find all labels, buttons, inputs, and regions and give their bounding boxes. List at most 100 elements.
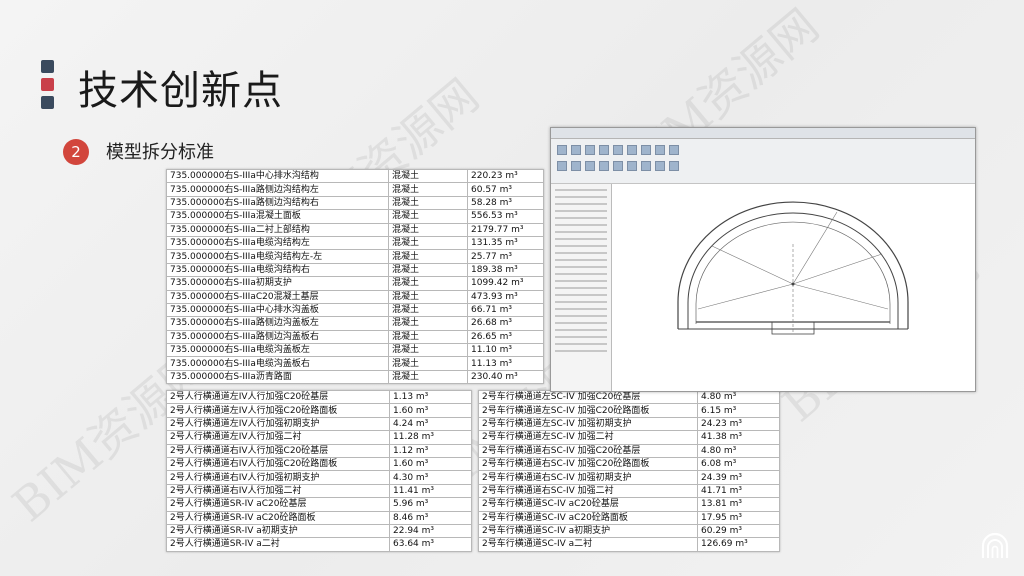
table-cell: 混凝土 — [388, 289, 468, 304]
table-cell: 22.94 m³ — [389, 523, 472, 539]
table-row: 2号车行横通道SC-IV a二衬 126.69 m³ — [478, 537, 780, 552]
table-cell: 2号人行横通道右IV人行加强C20砼基层 — [166, 443, 390, 458]
table-cell: 2号车行横通道左SC-IV 加强C20砼路面板 — [478, 403, 698, 418]
tunnel-section-drawing — [677, 201, 909, 335]
table-cell: 556.53 m³ — [467, 209, 544, 224]
table-cell: 735.000000右S-IIIa混凝土面板 — [166, 209, 389, 224]
table-row: 735.000000右S-IIIa路侧边沟结构左 混凝土 60.57 m³ — [166, 182, 544, 197]
table-cell: 2号人行横通道SR-IV a二衬 — [166, 537, 390, 552]
table-row: 735.000000右S-IIIa路侧边沟盖板右 混凝土 26.65 m³ — [166, 329, 544, 345]
table-cell: 189.38 m³ — [467, 262, 544, 278]
table-row: 2号车行横通道右SC-IV 加强C20砼基层 4.80 m³ — [478, 443, 780, 458]
table-cell: 63.64 m³ — [389, 537, 472, 552]
table-row: 735.000000右S-IIIa混凝土面板 混凝土 556.53 m³ — [166, 209, 544, 224]
table-row: 735.000000右S-IIIa电缆沟结构左 混凝土 131.35 m³ — [166, 235, 544, 251]
table-row: 735.000000右S-IIIa路侧边沟结构右 混凝土 58.28 m³ — [166, 195, 544, 211]
page-title: 技术创新点 — [78, 68, 283, 114]
table-cell: 2号车行横通道右SC-IV 加强C20砼基层 — [478, 443, 698, 458]
table-cell: 126.69 m³ — [697, 537, 780, 552]
table-cell: 2号人行横通道右IV人行加强C20砼路面板 — [166, 456, 390, 472]
table-cell: 60.29 m³ — [697, 523, 780, 539]
table-cell: 17.95 m³ — [697, 510, 780, 525]
table-row: 735.000000右S-IIIa电缆沟盖板左 混凝土 11.10 m³ — [166, 343, 544, 358]
tunnel-arch-logo-icon — [981, 532, 1009, 558]
table-row: 735.000000右S-IIIa路侧边沟盖板左 混凝土 26.68 m³ — [166, 316, 544, 331]
table-row: 735.000000右S-IIIa电缆沟盖板右 混凝土 11.13 m³ — [166, 356, 544, 371]
table-cell: 混凝土 — [388, 182, 468, 197]
table-row: 735.000000右S-IIIaC20混凝土基层 混凝土 473.93 m³ — [166, 289, 544, 304]
section-title: 模型拆分标准 — [106, 142, 214, 163]
table-cell: 2号人行横通道左IV人行加强二衬 — [166, 430, 390, 445]
table-cell: 1.13 m³ — [389, 389, 472, 405]
table-cell: 58.28 m³ — [467, 195, 544, 211]
table-row: 2号人行横通道SR-IV a二衬 63.64 m³ — [166, 537, 472, 552]
table-cell: 1.60 m³ — [389, 456, 472, 472]
table-cell: 2号人行横通道右IV人行加强二衬 — [166, 483, 390, 499]
table-cell: 2号车行横通道SC-IV aC20砼基层 — [478, 497, 698, 512]
table-row: 2号人行横通道左IV人行加强初期支护 4.24 m³ — [166, 416, 472, 432]
decor-square — [41, 96, 54, 109]
table-row: 2号车行横通道右SC-IV 加强二衬 41.71 m³ — [478, 483, 780, 499]
table-row: 2号车行横通道左SC-IV 加强二衬 41.38 m³ — [478, 430, 780, 445]
decor-square — [41, 60, 54, 73]
table-row: 2号人行横通道SR-IV aC20砼路面板 8.46 m³ — [166, 510, 472, 525]
table-cell: 混凝土 — [388, 302, 468, 318]
table-cell: 735.000000右S-IIIa电缆沟结构左-左 — [166, 249, 389, 264]
table-cell: 混凝土 — [388, 329, 468, 345]
table-row: 735.000000右S-IIIa电缆沟结构右 混凝土 189.38 m³ — [166, 262, 544, 278]
table-cell: 66.71 m³ — [467, 302, 544, 318]
table-cell: 735.000000右S-IIIa初期支护 — [166, 276, 389, 291]
table-row: 2号人行横通道SR-IV aC20砼基层 5.96 m³ — [166, 497, 472, 512]
table-cell: 735.000000右S-IIIa中心排水沟盖板 — [166, 302, 389, 318]
table-row: 735.000000右S-IIIa电缆沟结构左-左 混凝土 25.77 m³ — [166, 249, 544, 264]
table-row: 735.000000右S-IIIa二衬上部结构 混凝土 2179.77 m³ — [166, 222, 544, 237]
table-cell: 735.000000右S-IIIa电缆沟盖板右 — [166, 356, 389, 371]
table-cell: 2号车行横通道右SC-IV 加强C20砼路面板 — [478, 456, 698, 472]
table-cell: 混凝土 — [388, 276, 468, 291]
table-row: 2号车行横通道左SC-IV 加强C20砼路面板 6.15 m³ — [478, 403, 780, 418]
table-cell: 5.96 m³ — [389, 497, 472, 512]
table-row: 2号人行横通道左IV人行加强二衬 11.28 m³ — [166, 430, 472, 445]
table-row: 2号车行横通道右SC-IV 加强C20砼路面板 6.08 m³ — [478, 456, 780, 472]
table-cell: 26.68 m³ — [467, 316, 544, 331]
table-row: 2号人行横通道右IV人行加强初期支护 4.30 m³ — [166, 470, 472, 485]
drawing-canvas — [612, 184, 975, 391]
table-cell: 24.39 m³ — [697, 470, 780, 485]
table-cell: 735.000000右S-IIIa电缆沟结构右 — [166, 262, 389, 278]
decor-square — [41, 78, 54, 91]
table-row: 2号人行横通道右IV人行加强二衬 11.41 m³ — [166, 483, 472, 499]
table-cell: 735.000000右S-IIIaC20混凝土基层 — [166, 289, 389, 304]
table-cell: 混凝土 — [388, 369, 468, 385]
schedule-table-main: 735.000000右S-IIIa中心排水沟结构 混凝土 220.23 m³ 735.… — [166, 168, 544, 385]
table-cell: 735.000000右S-IIIa二衬上部结构 — [166, 222, 389, 237]
table-cell: 735.000000右S-IIIa电缆沟盖板左 — [166, 343, 389, 358]
table-row: 2号车行横通道左SC-IV 加强C20砼基层 4.80 m³ — [478, 389, 780, 405]
table-cell: 混凝土 — [388, 168, 468, 184]
properties-panel — [551, 184, 612, 391]
table-row: 2号车行横通道SC-IV aC20砼路面板 17.95 m³ — [478, 510, 780, 525]
table-cell: 1099.42 m³ — [467, 276, 544, 291]
table-row: 2号人行横通道左IV人行加强C20砼路面板 1.60 m³ — [166, 403, 472, 418]
table-cell: 2号人行横通道左IV人行加强C20砼路面板 — [166, 403, 390, 418]
table-cell: 2号人行横通道SR-IV aC20砼基层 — [166, 497, 390, 512]
table-row: 735.000000右S-IIIa中心排水沟结构 混凝土 220.23 m³ — [166, 168, 544, 184]
table-row: 2号人行横通道左IV人行加强C20砼基层 1.13 m³ — [166, 389, 472, 405]
table-cell: 混凝土 — [388, 209, 468, 224]
table-row: 2号车行横通道SC-IV a初期支护 60.29 m³ — [478, 523, 780, 539]
table-cell: 混凝土 — [388, 195, 468, 211]
title-bar — [551, 128, 975, 139]
table-cell: 2179.77 m³ — [467, 222, 544, 237]
table-cell: 131.35 m³ — [467, 235, 544, 251]
table-cell: 2号车行横通道SC-IV a二衬 — [478, 537, 698, 552]
table-cell: 混凝土 — [388, 343, 468, 358]
table-cell: 2号车行横通道SC-IV aC20砼路面板 — [478, 510, 698, 525]
table-cell: 11.13 m³ — [467, 356, 544, 371]
table-cell: 2号车行横通道左SC-IV 加强二衬 — [478, 430, 698, 445]
table-cell: 735.000000右S-IIIa路侧边沟盖板左 — [166, 316, 389, 331]
table-cell: 混凝土 — [388, 249, 468, 264]
table-cell: 26.65 m³ — [467, 329, 544, 345]
table-cell: 混凝土 — [388, 316, 468, 331]
table-cell: 混凝土 — [388, 222, 468, 237]
table-cell: 4.80 m³ — [697, 443, 780, 458]
table-cell: 混凝土 — [388, 262, 468, 278]
